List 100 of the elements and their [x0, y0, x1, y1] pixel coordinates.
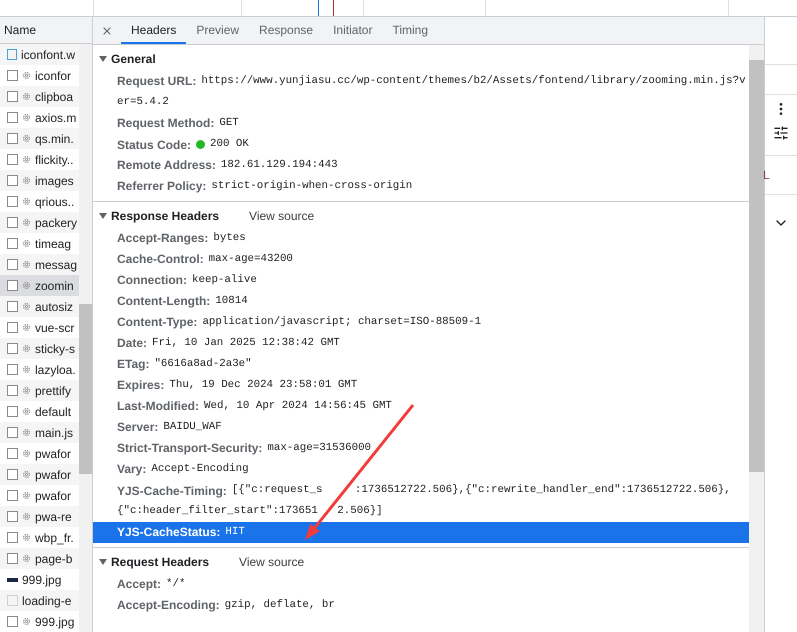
file-name: iconfont.w: [21, 46, 76, 64]
file-name: autosiz: [35, 298, 74, 316]
request-row[interactable]: packery: [0, 212, 79, 233]
file-name: sticky-s: [35, 340, 75, 358]
checkbox[interactable]: [7, 112, 18, 123]
section-title[interactable]: Request Headers: [111, 553, 210, 571]
gear-icon: [22, 218, 31, 227]
tab[interactable]: Preview: [186, 17, 250, 44]
checkbox[interactable]: [7, 301, 18, 312]
request-row[interactable]: autosiz: [0, 296, 79, 317]
checkbox[interactable]: [7, 259, 18, 270]
tab[interactable]: Initiator: [323, 17, 382, 44]
request-row[interactable]: zoomin: [0, 275, 79, 296]
section-title[interactable]: Response Headers: [111, 207, 220, 225]
checkbox[interactable]: [7, 511, 18, 522]
expand-icon[interactable]: [99, 559, 107, 565]
request-row[interactable]: images: [0, 170, 79, 191]
request-row[interactable]: main.js: [0, 422, 79, 443]
request-row[interactable]: messag: [0, 254, 79, 275]
file-icon: [7, 49, 17, 60]
request-row[interactable]: pwa-re: [0, 506, 79, 527]
request-row[interactable]: pwafor: [0, 464, 79, 485]
file-name: loading-e: [22, 592, 72, 610]
header-entry: Content-Length: 10814: [117, 293, 249, 310]
file-name: timeag: [35, 236, 72, 252]
checkbox[interactable]: [7, 280, 18, 291]
expand-icon[interactable]: [99, 213, 107, 219]
file-name: pwafor: [35, 466, 72, 484]
request-row[interactable]: sticky-s: [0, 338, 79, 359]
checkbox[interactable]: [7, 406, 18, 417]
file-name: page-b: [35, 550, 72, 568]
checkbox[interactable]: [7, 343, 18, 354]
file-name: axios.m: [35, 110, 76, 126]
tab[interactable]: Timing: [382, 17, 438, 44]
filter-icon[interactable]: [773, 125, 789, 141]
request-row[interactable]: prettify: [0, 380, 79, 401]
checkbox[interactable]: [7, 385, 18, 396]
file-name: main.js: [35, 424, 74, 442]
view-source-link[interactable]: View source: [249, 207, 314, 225]
image-icon: [7, 595, 18, 606]
request-row[interactable]: loading-e: [0, 590, 79, 611]
header-entry: Remote Address: 182.61.129.194:443: [117, 157, 339, 174]
checkbox[interactable]: [7, 364, 18, 375]
gear-icon: [22, 71, 31, 80]
checkbox[interactable]: [7, 175, 18, 186]
expand-icon[interactable]: [99, 56, 107, 62]
header-entry: ETag: "6616a8ad-2a3e": [117, 356, 253, 373]
checkbox[interactable]: [7, 490, 18, 501]
file-name: packery: [35, 214, 78, 232]
request-row[interactable]: clipboa: [0, 86, 79, 107]
checkbox[interactable]: [7, 553, 18, 564]
selected-row[interactable]: YJS-CacheStatus: HIT: [93, 522, 749, 543]
tab[interactable]: Response: [249, 17, 324, 44]
checkbox[interactable]: [7, 427, 18, 438]
header-value: {"c:header_filter_start":173651: [117, 504, 318, 520]
file-name: qrious..: [35, 194, 74, 210]
header-value: 2.506}]: [337, 504, 383, 520]
checkbox[interactable]: [7, 91, 18, 102]
checkbox[interactable]: [7, 238, 18, 249]
gear-icon: [22, 155, 31, 164]
header-value: :1736512722.506},{"c:rewrite_handler_end":1736512722.506},: [354, 483, 731, 498]
checkbox[interactable]: [7, 532, 18, 543]
header-entry: Cache-Control: max-age=43200: [117, 251, 294, 268]
checkbox[interactable]: [7, 322, 18, 333]
gear-icon: [22, 260, 31, 269]
gear-icon: [22, 134, 31, 143]
gear-icon: [22, 281, 31, 290]
checkbox[interactable]: [7, 469, 18, 480]
gear-icon: [22, 491, 31, 500]
header-entry: Request URL: https://www.yunjiasu.cc/wp-content/themes/b2/Assets/fontend/library/zooming.min.js?ver=5.4.2: [117, 73, 747, 110]
header-name: Status Code:: [117, 136, 192, 154]
request-row[interactable]: page-b: [0, 548, 79, 569]
checkbox[interactable]: [7, 70, 18, 81]
header-value: [{"c:request_s: [232, 483, 323, 498]
close-icon: [101, 24, 113, 36]
view-source-link[interactable]: View source: [239, 553, 304, 571]
panel-text: L: [763, 167, 770, 184]
section-title[interactable]: General: [111, 50, 156, 68]
checkbox[interactable]: [7, 217, 18, 228]
file-name: vue-scr: [35, 320, 74, 336]
checkbox[interactable]: [7, 616, 18, 627]
checkbox[interactable]: [7, 448, 18, 459]
gear-icon: [22, 533, 31, 542]
file-name: images: [35, 172, 74, 190]
checkbox[interactable]: [7, 133, 18, 144]
header-value: 200 OK: [210, 137, 249, 152]
file-name: qs.min.: [35, 130, 74, 148]
file-name: 999.jpg: [35, 614, 74, 630]
file-name: lazyloa.: [35, 362, 76, 378]
request-row[interactable]: iconfont.w: [0, 44, 79, 65]
gear-icon: [22, 449, 31, 458]
tab[interactable]: Headers: [121, 17, 186, 44]
request-row[interactable]: qs.min.: [0, 128, 79, 149]
header-entry: Server: BAIDU_WAF: [117, 419, 223, 436]
file-name: prettify: [35, 382, 72, 400]
checkbox[interactable]: [7, 196, 18, 207]
header-entry: Strict-Transport-Security: max-age=31536000: [117, 440, 372, 457]
column-header[interactable]: Name: [0, 17, 92, 44]
gear-icon: [22, 365, 31, 374]
checkbox[interactable]: [7, 154, 18, 165]
